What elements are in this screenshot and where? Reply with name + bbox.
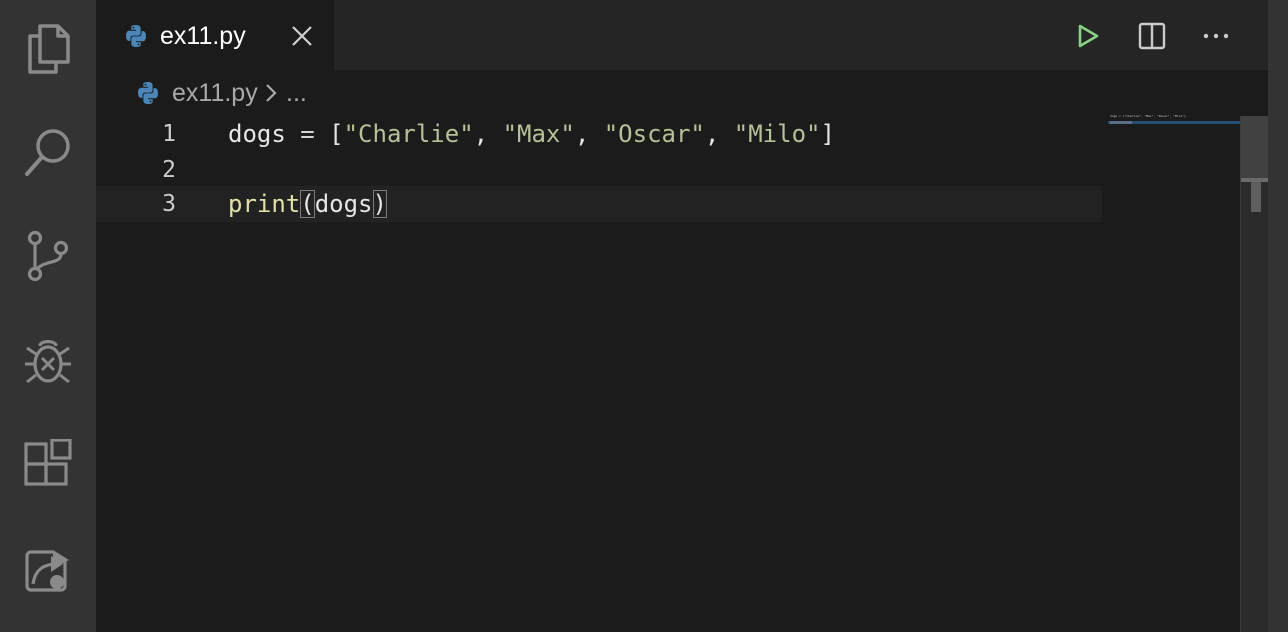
- extensions-icon[interactable]: [20, 436, 76, 492]
- code-text: print(dogs): [228, 186, 387, 222]
- token-string: "Oscar": [603, 120, 705, 148]
- token-comma: ,: [704, 120, 734, 148]
- vertical-scrollbar[interactable]: [1240, 116, 1269, 632]
- run-icon[interactable]: [1072, 20, 1104, 52]
- line-number: 2: [162, 157, 176, 183]
- window-edge: [1268, 0, 1288, 632]
- token-string: "Milo": [733, 120, 821, 148]
- tab-label: ex11.py: [160, 22, 246, 50]
- close-icon[interactable]: [290, 24, 314, 48]
- token-operator: =: [285, 120, 330, 148]
- explorer-icon[interactable]: [20, 20, 76, 76]
- run-debug-icon[interactable]: [20, 332, 76, 388]
- token-comma: ,: [473, 120, 503, 148]
- token-variable: dogs: [314, 190, 373, 218]
- token-paren: ): [372, 190, 387, 218]
- editor-actions: [1056, 0, 1288, 70]
- split-editor-icon[interactable]: [1136, 20, 1168, 52]
- token-bracket: ]: [820, 120, 835, 148]
- token-string: "Max": [502, 120, 575, 148]
- line-number: 3: [162, 191, 176, 217]
- activity-bar: [0, 0, 96, 632]
- token-bracket: [: [329, 120, 344, 148]
- scrollbar-thumb[interactable]: [1241, 116, 1269, 178]
- more-actions-icon[interactable]: [1200, 20, 1232, 52]
- minimap[interactable]: dogs = ["Charlie", "Max", "Oscar", "Milo…: [1108, 112, 1240, 132]
- token-comma: ,: [574, 120, 604, 148]
- search-icon[interactable]: [20, 124, 76, 180]
- line-number: 1: [162, 121, 176, 147]
- token-variable: dogs: [228, 120, 286, 148]
- python-icon: [124, 24, 148, 48]
- breadcrumb-symbol[interactable]: ...: [286, 78, 307, 108]
- breadcrumb-file[interactable]: ex11.py: [172, 78, 258, 108]
- code-text: dogs = ["Charlie", "Max", "Oscar", "Milo…: [228, 116, 835, 152]
- minimap-line: dogs = ["Charlie", "Max", "Oscar", "Milo…: [1110, 114, 1186, 118]
- token-paren: (: [300, 190, 315, 218]
- code-editor[interactable]: 1 dogs = ["Charlie", "Max", "Oscar", "Mi…: [96, 116, 1240, 632]
- minimap-line: [1110, 121, 1132, 124]
- chevron-right-icon: [264, 82, 278, 104]
- source-control-icon[interactable]: [20, 228, 76, 284]
- code-line: 2: [96, 152, 1102, 188]
- python-icon: [136, 81, 160, 105]
- tab-ex11-py[interactable]: ex11.py: [96, 0, 334, 70]
- code-line: 1 dogs = ["Charlie", "Max", "Oscar", "Mi…: [96, 116, 1102, 152]
- token-string: "Charlie": [343, 120, 474, 148]
- token-function: print: [228, 190, 301, 218]
- breadcrumb: ex11.py ...: [96, 70, 1240, 116]
- code-line-current: 3 print(dogs): [96, 186, 1102, 222]
- scrollbar-cursor-marker: [1251, 182, 1261, 212]
- remote-explorer-icon[interactable]: [20, 540, 76, 596]
- tab-bar: ex11.py: [96, 0, 1288, 70]
